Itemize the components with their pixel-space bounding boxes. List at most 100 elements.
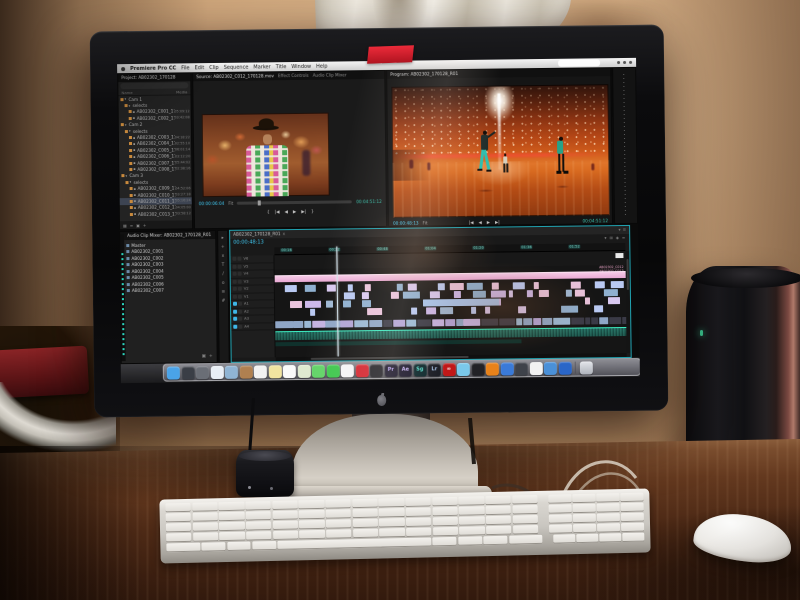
dock-icon-messages[interactable] <box>312 364 325 377</box>
track-toggle[interactable] <box>233 294 237 298</box>
dock-icon-mail[interactable] <box>225 365 238 378</box>
dock-icon-calendar[interactable] <box>254 365 267 378</box>
project-tab[interactable]: Project: AB02302_170128 <box>121 73 175 82</box>
timeline-clip[interactable] <box>518 306 527 313</box>
timeline-clip[interactable] <box>305 285 316 292</box>
timeline-clip[interactable] <box>599 317 608 324</box>
apple-menu-icon[interactable] <box>121 67 125 71</box>
menu-item-clip[interactable]: Clip <box>209 64 219 70</box>
timeline-clip[interactable] <box>403 292 420 299</box>
timeline-clip[interactable] <box>383 320 392 327</box>
timeline-tool-icon[interactable]: ≡ <box>622 235 625 240</box>
timeline-clip[interactable] <box>471 307 476 314</box>
timeline-clip[interactable] <box>341 320 354 327</box>
timeline-clip[interactable] <box>365 284 371 291</box>
dock-icon-photo-booth[interactable] <box>355 364 368 377</box>
dock-icon-display-prefs[interactable] <box>558 361 571 374</box>
timeline-clip[interactable] <box>343 300 352 307</box>
track-lock[interactable] <box>238 324 242 328</box>
mixer-channel-row[interactable]: AB02302_C007 <box>127 287 214 295</box>
timeline-clip[interactable] <box>464 319 481 326</box>
transport-button[interactable]: ▶| <box>301 210 306 215</box>
tool-button[interactable]: # <box>222 299 226 304</box>
timeline-clip[interactable] <box>305 301 321 308</box>
timeline-clip[interactable] <box>327 285 336 292</box>
timeline-clip[interactable] <box>527 290 533 297</box>
track-lock[interactable] <box>238 279 242 283</box>
timeline-clip[interactable] <box>604 289 618 296</box>
track-lock[interactable] <box>238 302 242 306</box>
menu-item-window[interactable]: Window <box>291 63 311 69</box>
timeline-clip[interactable] <box>542 318 552 325</box>
project-footer-icon[interactable]: ▣ <box>136 222 140 227</box>
timeline-clip[interactable] <box>429 291 439 298</box>
dock-icon-after-effects[interactable]: Ae <box>399 363 412 376</box>
menu-item-marker[interactable]: Marker <box>253 64 270 70</box>
dock-icon-lightroom[interactable]: Lr <box>428 363 441 376</box>
tool-button[interactable]: / <box>222 272 224 277</box>
timeline-clip[interactable] <box>397 284 403 291</box>
timeline-clip[interactable] <box>533 318 541 325</box>
track-toggle[interactable] <box>233 287 237 291</box>
timeline-clip[interactable] <box>344 292 355 299</box>
track-toggle[interactable] <box>233 309 237 313</box>
timeline-clip[interactable] <box>362 292 369 299</box>
dock-icon-launchpad[interactable] <box>181 366 194 379</box>
mixer-icon[interactable]: + <box>209 354 213 359</box>
timeline-clip[interactable] <box>585 317 591 324</box>
dock-icon-speedgrade[interactable]: Sg <box>413 363 426 376</box>
timeline-clip[interactable] <box>438 283 445 290</box>
transport-button[interactable]: ◀ <box>284 210 287 215</box>
tool-button[interactable]: + <box>221 245 225 250</box>
menu-item-edit[interactable]: Edit <box>195 65 205 71</box>
program-zoom-select[interactable]: Fit <box>423 220 428 225</box>
mixer-icon[interactable]: ▣ <box>202 354 206 359</box>
dock-icon-creative-cloud[interactable]: ∞ <box>442 363 455 376</box>
project-footer-icon[interactable]: + <box>143 222 146 227</box>
source-zoom-select[interactable]: Fit <box>228 201 233 206</box>
timeline-clip[interactable] <box>499 318 515 325</box>
timeline-clip[interactable] <box>417 319 432 326</box>
timeline-clip[interactable] <box>473 291 486 298</box>
timeline-clip[interactable] <box>571 282 581 289</box>
track-lock[interactable] <box>238 272 242 276</box>
dock-icon-gem-app[interactable] <box>500 362 513 375</box>
transport-button[interactable]: ▶ <box>293 210 296 215</box>
timeline-clip[interactable] <box>285 285 296 292</box>
track-lock[interactable] <box>238 264 242 268</box>
dock-icon-text-app[interactable] <box>529 362 542 375</box>
audio-track-clip[interactable] <box>275 327 626 340</box>
timeline-clip[interactable] <box>615 253 623 258</box>
tool-button[interactable]: x <box>222 254 225 259</box>
timeline-clip[interactable] <box>610 281 624 288</box>
timeline-clip[interactable] <box>325 301 333 308</box>
timeline-clip[interactable] <box>585 297 590 304</box>
menu-item-premiere-pro-cc[interactable]: Premiere Pro CC <box>130 65 176 72</box>
timeline-tab[interactable]: AB02302_170128_R01 <box>233 230 281 239</box>
timeline-clip[interactable] <box>312 321 325 328</box>
timeline-clip[interactable] <box>575 289 584 296</box>
timeline-clip[interactable] <box>294 321 304 328</box>
timeline-clip[interactable] <box>411 308 417 315</box>
audio-track-header[interactable]: A4 <box>231 323 274 331</box>
timeline-panel-menu[interactable]: ▾≡ <box>618 226 626 234</box>
project-search-input[interactable] <box>120 82 188 89</box>
track-toggle[interactable] <box>233 264 237 268</box>
source-playhead-handle[interactable] <box>258 200 261 205</box>
music-track-clip[interactable] <box>275 271 626 282</box>
timeline-clip[interactable] <box>423 299 499 306</box>
mixer-tab[interactable]: Audio Clip Mixer: AB02302_170128_R01 <box>127 231 211 240</box>
timeline-tool-icon[interactable]: ▾ <box>604 235 606 240</box>
track-lock[interactable] <box>238 309 242 313</box>
transport-button[interactable]: |◀ <box>469 220 474 225</box>
timeline-clip[interactable] <box>289 301 301 308</box>
timeline-clip[interactable] <box>561 306 577 313</box>
tool-button[interactable]: o <box>222 281 225 286</box>
transport-button[interactable]: { <box>267 210 270 215</box>
timeline-clip[interactable] <box>512 282 525 289</box>
timeline-clip[interactable] <box>516 318 522 325</box>
timeline-clip[interactable] <box>481 319 498 326</box>
project-footer-icon[interactable]: ▦ <box>123 223 127 228</box>
timeline-timecode[interactable]: 00:00:48:13 <box>233 239 264 245</box>
timeline-clip[interactable] <box>509 290 513 297</box>
